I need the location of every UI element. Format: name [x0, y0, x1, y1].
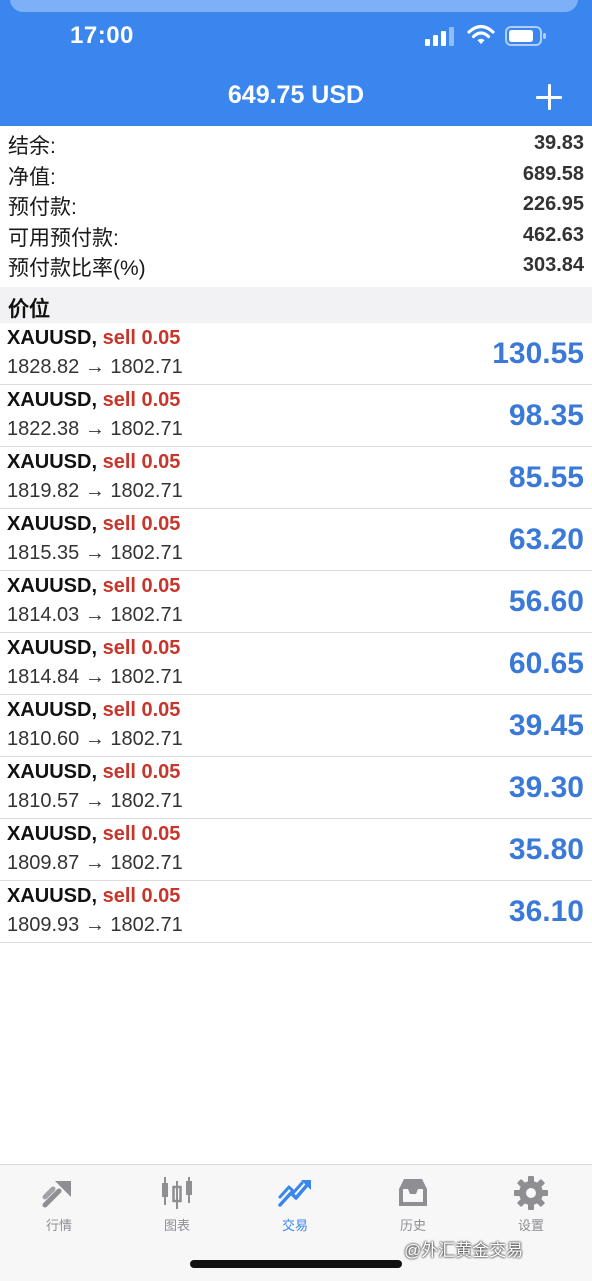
trade-prices: 1809.87 → 1802.71 [7, 852, 183, 874]
trade-prices: 1810.60 → 1802.71 [7, 728, 183, 750]
trade-type: sell 0.05 [102, 885, 181, 907]
watermark: @外汇黄金交易 [404, 1241, 524, 1260]
trade-row[interactable]: XAUUSD, sell 0.05 1819.82 → 1802.71 85.55 [0, 447, 592, 509]
trades-list: XAUUSD, sell 0.05 1828.82 → 1802.71 130.55… [0, 323, 592, 943]
trade-header: XAUUSD, sell 0.05 [7, 513, 180, 536]
trade-symbol: XAUUSD, [7, 761, 98, 783]
trade-symbol: XAUUSD, [7, 637, 98, 659]
trade-profit: 85.55 [508, 461, 584, 494]
trade-prices: 1814.84 → 1802.71 [7, 666, 183, 688]
trade-prices: 1815.35 → 1802.71 [7, 542, 183, 564]
tab-history-inbox[interactable]: 历史 [354, 1173, 472, 1237]
account-value: 39.83 [533, 132, 584, 154]
account-label: 预付款比率(%) [8, 257, 146, 280]
balance-title: 649.75 USD [227, 81, 365, 109]
tab-label: 交易 [281, 1218, 308, 1233]
account-label: 可用预付款: [8, 226, 119, 250]
trade-prices: 1822.38 → 1802.71 [7, 418, 183, 440]
tab-trade-trend[interactable]: 交易 [236, 1173, 354, 1237]
status-time: 17:00 [70, 22, 134, 49]
account-value: 226.95 [522, 193, 584, 215]
trade-type: sell 0.05 [102, 327, 181, 349]
app-header: 17:00 649.75 USD [0, 0, 592, 126]
trade-symbol: XAUUSD, [7, 699, 98, 721]
account-value: 462.63 [522, 223, 584, 246]
trade-type: sell 0.05 [102, 513, 181, 535]
account-value: 303.84 [522, 254, 584, 276]
trade-row[interactable]: XAUUSD, sell 0.05 1815.35 → 1802.71 63.20 [0, 509, 592, 571]
account-row: 结余: 39.83 [0, 126, 592, 158]
trade-row[interactable]: XAUUSD, sell 0.05 1809.93 → 1802.71 36.10 [0, 881, 592, 943]
trade-profit: 56.60 [508, 585, 584, 618]
trade-row[interactable]: XAUUSD, sell 0.05 1822.38 → 1802.71 98.35 [0, 385, 592, 447]
trade-symbol: XAUUSD, [7, 575, 98, 597]
trade-type: sell 0.05 [102, 389, 181, 411]
trade-symbol: XAUUSD, [7, 451, 98, 473]
section-header: 价位 [0, 287, 592, 323]
trade-header: XAUUSD, sell 0.05 [7, 699, 180, 722]
trade-header: XAUUSD, sell 0.05 [7, 823, 180, 846]
trade-header: XAUUSD, sell 0.05 [7, 761, 180, 784]
trade-profit: 98.35 [508, 399, 584, 432]
account-row: 预付款: 226.95 [0, 187, 592, 219]
trade-type: sell 0.05 [102, 575, 181, 597]
trade-symbol: XAUUSD, [7, 823, 98, 845]
trade-profit: 63.20 [508, 523, 584, 556]
trade-header: XAUUSD, sell 0.05 [7, 885, 180, 908]
account-row: 净值: 689.58 [0, 157, 592, 189]
trade-prices: 1828.82 → 1802.71 [7, 356, 183, 378]
account-summary: 结余: 39.83 净值: 689.58 预付款: 226.95 可用预付款: 462.63 预… [0, 126, 592, 280]
home-indicator [190, 1260, 402, 1268]
trade-row[interactable]: XAUUSD, sell 0.05 1810.57 → 1802.71 39.30 [0, 757, 592, 819]
trade-type: sell 0.05 [102, 823, 181, 845]
tab-label: 设置 [517, 1218, 544, 1233]
trade-symbol: XAUUSD, [7, 389, 98, 411]
trade-symbol: XAUUSD, [7, 885, 98, 907]
section-title: 价位 [8, 298, 50, 321]
tab-settings-gear[interactable]: 设置 [472, 1173, 590, 1237]
trade-prices: 1819.82 → 1802.71 [7, 480, 183, 502]
trade-header: XAUUSD, sell 0.05 [7, 575, 180, 598]
trade-prices: 1810.57 → 1802.71 [7, 790, 183, 812]
trade-header: XAUUSD, sell 0.05 [7, 637, 180, 660]
trade-profit: 60.65 [508, 647, 584, 680]
signal-icon [425, 26, 455, 46]
add-order-button[interactable] [532, 80, 566, 114]
trade-symbol: XAUUSD, [7, 327, 98, 349]
trade-header: XAUUSD, sell 0.05 [7, 327, 180, 350]
trade-header: XAUUSD, sell 0.05 [7, 389, 180, 412]
trade-type: sell 0.05 [102, 451, 181, 473]
account-value: 689.58 [522, 162, 584, 185]
trade-row[interactable]: XAUUSD, sell 0.05 1810.60 → 1802.71 39.45 [0, 695, 592, 757]
account-label: 预付款: [8, 196, 77, 219]
trade-row[interactable]: XAUUSD, sell 0.05 1814.03 → 1802.71 56.60 [0, 571, 592, 633]
tab-candlestick-chart[interactable]: 图表 [118, 1173, 236, 1237]
tab-label: 行情 [45, 1218, 72, 1233]
account-label: 结余: [8, 135, 56, 158]
account-label: 净值: [8, 165, 56, 189]
trade-type: sell 0.05 [102, 637, 181, 659]
trade-profit: 36.10 [508, 895, 584, 928]
account-row: 预付款比率(%) 303.84 [0, 248, 592, 280]
trade-header: XAUUSD, sell 0.05 [7, 451, 180, 474]
trade-row[interactable]: XAUUSD, sell 0.05 1809.87 → 1802.71 35.80 [0, 819, 592, 881]
tab-quotes[interactable]: 行情 [0, 1173, 118, 1237]
battery-icon [505, 26, 546, 46]
trade-type: sell 0.05 [102, 699, 181, 721]
trade-row[interactable]: XAUUSD, sell 0.05 1814.84 → 1802.71 60.65 [0, 633, 592, 695]
account-row: 可用预付款: 462.63 [0, 218, 592, 250]
notification-banner-edge [10, 0, 578, 12]
trade-profit: 130.55 [492, 337, 584, 370]
trade-profit: 39.45 [508, 709, 584, 742]
trade-profit: 39.30 [508, 771, 584, 804]
tab-label: 历史 [399, 1218, 426, 1233]
trade-prices: 1809.93 → 1802.71 [7, 914, 183, 936]
trade-type: sell 0.05 [102, 761, 181, 783]
trade-prices: 1814.03 → 1802.71 [7, 604, 183, 626]
tab-label: 图表 [163, 1218, 190, 1233]
wifi-icon [467, 24, 495, 44]
trade-row[interactable]: XAUUSD, sell 0.05 1828.82 → 1802.71 130.55 [0, 323, 592, 385]
trade-symbol: XAUUSD, [7, 513, 98, 535]
trade-profit: 35.80 [508, 833, 584, 866]
